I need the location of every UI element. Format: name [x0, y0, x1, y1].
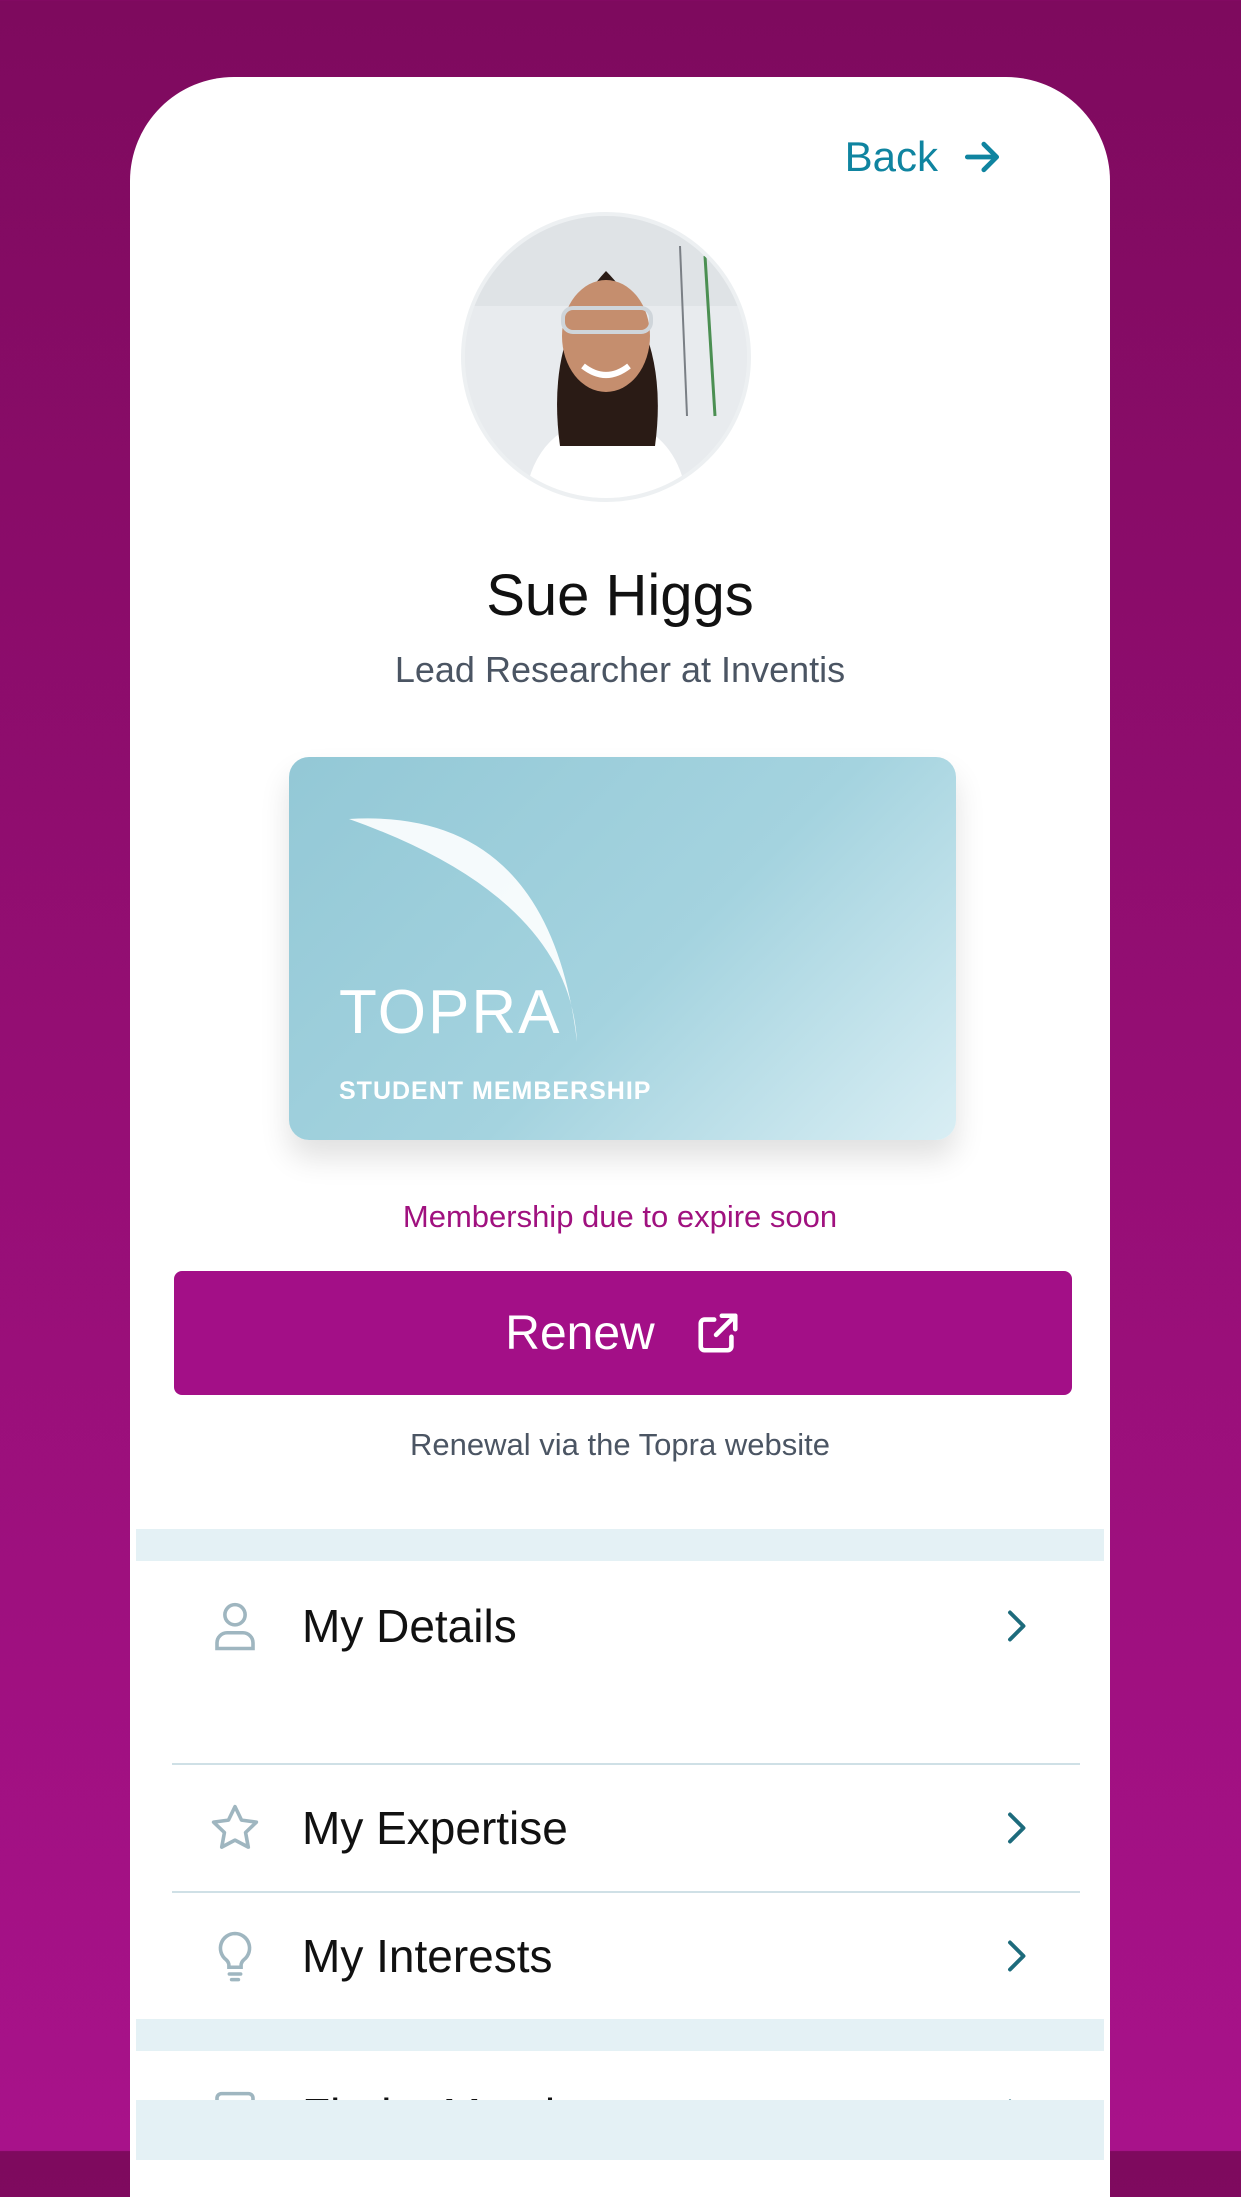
menu-label-interests: My Interests — [302, 1930, 553, 1982]
membership-card: TOPRA STUDENT MEMBERSHIP — [289, 757, 956, 1140]
menu-item-my-expertise[interactable]: My Expertise — [172, 1765, 1080, 1891]
user-icon — [215, 1602, 255, 1651]
section-separator — [136, 1529, 1104, 1561]
profile-role: Lead Researcher at Inventis — [394, 649, 846, 690]
avatar — [461, 212, 751, 502]
back-label: Back — [844, 133, 938, 180]
menu-label-details: My Details — [302, 1600, 517, 1652]
chevron-right-icon — [1008, 1610, 1026, 1642]
section-separator — [136, 2019, 1104, 2051]
renew-label: Renew — [505, 1306, 655, 1360]
card-membership-type: STUDENT MEMBERSHIP — [339, 1077, 652, 1105]
avatar-photo — [465, 216, 747, 498]
menu-label-expertise: My Expertise — [302, 1802, 568, 1854]
external-link-icon — [698, 1313, 738, 1353]
menu-item-my-details[interactable]: My Details — [172, 1563, 1080, 1689]
chevron-right-icon — [1008, 1812, 1026, 1844]
section-separator — [136, 2100, 1104, 2160]
menu-item-my-interests[interactable]: My Interests — [172, 1893, 1080, 2019]
profile-screen: Back Sue Higgs Lead Researcher at Invent… — [130, 77, 1110, 2197]
renew-button[interactable]: Renew — [174, 1271, 1072, 1395]
star-icon — [211, 1804, 259, 1849]
back-button[interactable]: Back — [845, 133, 1004, 181]
card-brand: TOPRA — [339, 978, 562, 1047]
lightbulb-icon — [218, 1931, 252, 1982]
arrow-right-icon — [964, 141, 1000, 173]
renew-note: Renewal via the Topra website — [410, 1427, 830, 1462]
membership-status: Membership due to expire soon — [402, 1199, 838, 1234]
chevron-right-icon — [1008, 1940, 1026, 1972]
profile-name: Sue Higgs — [486, 563, 754, 628]
